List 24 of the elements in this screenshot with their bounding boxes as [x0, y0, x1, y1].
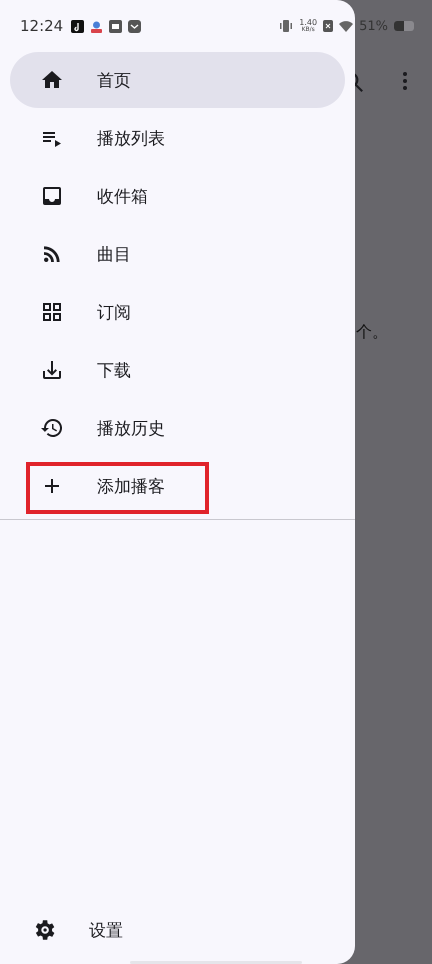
drawer-item[interactable]: 添加播客	[10, 458, 345, 514]
network-speed: 1.40	[299, 19, 318, 27]
status-time: 12:24	[20, 17, 64, 35]
drawer-item[interactable]: 播放列表	[10, 110, 345, 166]
wifi-icon	[339, 20, 354, 32]
drawer-item[interactable]: 收件箱	[10, 168, 345, 224]
drawer-item[interactable]: 曲目	[10, 226, 345, 282]
app-icon	[90, 20, 104, 32]
vibrate-icon	[279, 20, 294, 32]
history-icon	[40, 416, 64, 440]
drawer-item[interactable]: 首页	[10, 52, 345, 108]
inbox-icon	[40, 184, 64, 208]
background-text: 个。	[356, 322, 388, 343]
download-icon	[40, 358, 64, 382]
grid-icon	[40, 300, 64, 324]
drawer-item[interactable]: 下载	[10, 342, 345, 398]
drawer-item[interactable]: 播放历史	[10, 400, 345, 456]
battery-icon	[394, 21, 414, 31]
app-icon	[109, 20, 122, 32]
drawer-item[interactable]: 订阅	[10, 284, 345, 340]
battery-percent: 51%	[359, 18, 388, 34]
sim-icon	[323, 20, 334, 32]
settings-item[interactable]: 设置	[0, 910, 355, 950]
app-icon	[71, 20, 84, 32]
